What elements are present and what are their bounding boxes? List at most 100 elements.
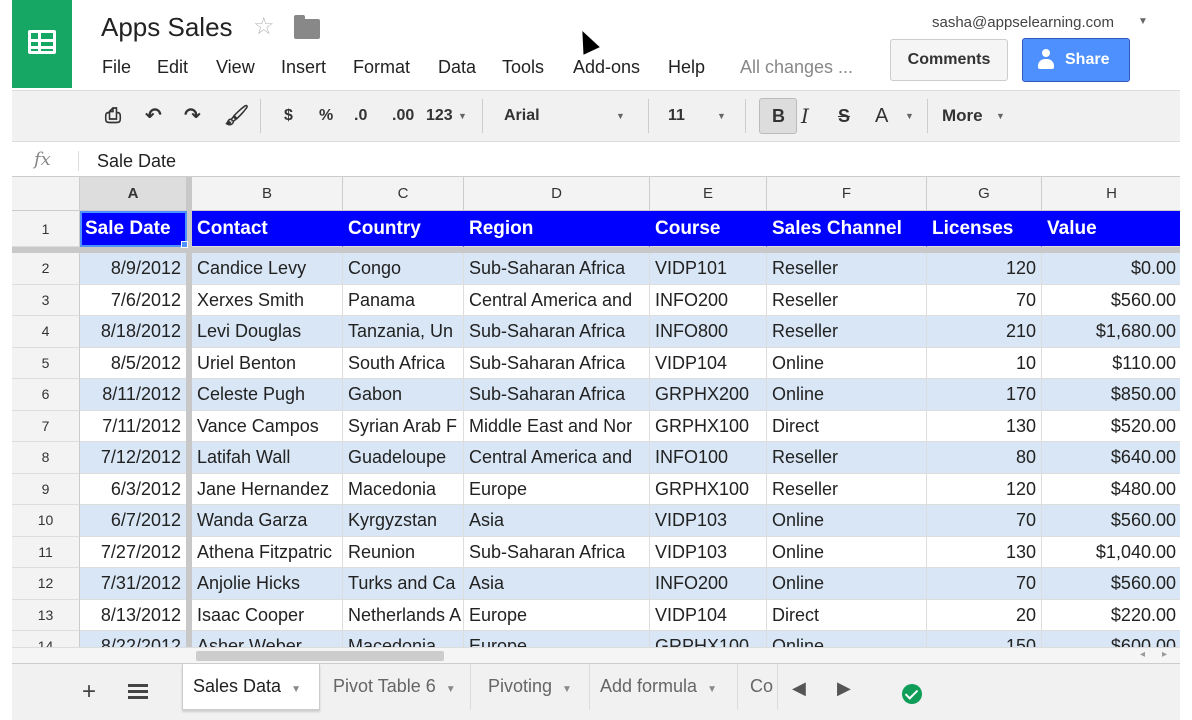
table-cell[interactable]: Macedonia: [343, 631, 464, 647]
table-cell[interactable]: 8/22/2012: [80, 631, 187, 647]
menu-file[interactable]: File: [102, 57, 131, 78]
table-cell[interactable]: INFO100: [650, 442, 767, 474]
row-header[interactable]: 8: [12, 442, 80, 474]
table-cell[interactable]: 120: [927, 473, 1042, 505]
menu-edit[interactable]: Edit: [157, 57, 188, 78]
row-header[interactable]: 2: [12, 253, 80, 285]
table-cell[interactable]: $600.00: [1042, 631, 1180, 647]
table-cell[interactable]: Sub-Saharan Africa: [464, 316, 650, 348]
tab-pivoting[interactable]: Pivoting ▼: [478, 664, 590, 710]
row-header[interactable]: 11: [12, 536, 80, 568]
font-family-select[interactable]: Arial: [504, 91, 540, 141]
tab-sales-data[interactable]: Sales Data ▼: [182, 664, 320, 710]
table-cell[interactable]: Europe: [464, 599, 650, 631]
table-cell[interactable]: Sub-Saharan Africa: [464, 253, 650, 285]
table-cell[interactable]: Latifah Wall: [192, 442, 343, 474]
table-cell[interactable]: Guadeloupe: [343, 442, 464, 474]
table-cell[interactable]: INFO200: [650, 284, 767, 316]
chevron-down-icon[interactable]: ▼: [562, 684, 572, 695]
column-header-c[interactable]: C: [343, 177, 464, 211]
table-cell[interactable]: Online: [767, 505, 927, 537]
table-cell[interactable]: Kyrgyzstan: [343, 505, 464, 537]
chevron-down-icon[interactable]: ▼: [1138, 16, 1148, 27]
table-cell[interactable]: 10: [927, 347, 1042, 379]
table-cell[interactable]: 20: [927, 599, 1042, 631]
table-cell[interactable]: Anjolie Hicks: [192, 568, 343, 600]
chevron-down-icon[interactable]: ▼: [717, 91, 726, 141]
table-cell[interactable]: Reseller: [767, 284, 927, 316]
table-cell[interactable]: 210: [927, 316, 1042, 348]
chevron-down-icon[interactable]: ▼: [616, 91, 625, 141]
comments-button[interactable]: Comments: [890, 39, 1008, 81]
table-cell[interactable]: $1,680.00: [1042, 316, 1180, 348]
menu-help[interactable]: Help: [668, 57, 705, 78]
table-cell[interactable]: Vance Campos: [192, 410, 343, 442]
header-cell[interactable]: Region: [464, 211, 650, 247]
table-cell[interactable]: Reunion: [343, 536, 464, 568]
scroll-tabs-left-icon[interactable]: ◀: [792, 678, 806, 699]
table-cell[interactable]: 8/9/2012: [80, 253, 187, 285]
table-cell[interactable]: Online: [767, 379, 927, 411]
redo-icon[interactable]: ↷: [184, 91, 201, 141]
chevron-down-icon[interactable]: ▼: [446, 684, 456, 695]
table-cell[interactable]: $0.00: [1042, 253, 1180, 285]
tab-truncated[interactable]: Co: [740, 664, 778, 710]
table-cell[interactable]: 170: [927, 379, 1042, 411]
table-cell[interactable]: Panama: [343, 284, 464, 316]
table-cell[interactable]: 7/6/2012: [80, 284, 187, 316]
print-icon[interactable]: ⎙: [105, 91, 121, 141]
chevron-down-icon[interactable]: ▼: [996, 91, 1005, 141]
column-header-h[interactable]: H: [1042, 177, 1180, 211]
table-cell[interactable]: 130: [927, 410, 1042, 442]
table-cell[interactable]: Sub-Saharan Africa: [464, 536, 650, 568]
all-sheets-icon[interactable]: [128, 684, 148, 699]
table-cell[interactable]: Europe: [464, 473, 650, 505]
table-cell[interactable]: Direct: [767, 599, 927, 631]
column-header-b[interactable]: B: [192, 177, 343, 211]
menu-data[interactable]: Data: [438, 57, 476, 78]
font-size-select[interactable]: 11: [668, 91, 685, 141]
table-cell[interactable]: Asia: [464, 505, 650, 537]
row-header[interactable]: 9: [12, 473, 80, 505]
sheets-logo-icon[interactable]: [12, 0, 72, 88]
row-header[interactable]: 1: [12, 211, 80, 247]
table-cell[interactable]: Syrian Arab F: [343, 410, 464, 442]
chevron-down-icon[interactable]: ▼: [707, 684, 717, 695]
table-cell[interactable]: Celeste Pugh: [192, 379, 343, 411]
table-cell[interactable]: Jane Hernandez: [192, 473, 343, 505]
table-cell[interactable]: Middle East and Nor: [464, 410, 650, 442]
header-cell[interactable]: Country: [343, 211, 464, 247]
table-cell[interactable]: GRPHX200: [650, 379, 767, 411]
table-cell[interactable]: Netherlands A: [343, 599, 464, 631]
undo-icon[interactable]: ↶: [145, 91, 162, 141]
table-cell[interactable]: Tanzania, Un: [343, 316, 464, 348]
increase-decimal-button[interactable]: .00: [392, 91, 414, 141]
table-cell[interactable]: 80: [927, 442, 1042, 474]
table-cell[interactable]: VIDP104: [650, 347, 767, 379]
header-cell[interactable]: Sale Date: [80, 211, 187, 247]
italic-button[interactable]: I: [801, 91, 809, 141]
table-cell[interactable]: Central America and: [464, 442, 650, 474]
table-cell[interactable]: GRPHX100: [650, 410, 767, 442]
number-format-button[interactable]: 123: [426, 91, 453, 141]
table-cell[interactable]: $850.00: [1042, 379, 1180, 411]
table-cell[interactable]: Reseller: [767, 442, 927, 474]
table-cell[interactable]: Isaac Cooper: [192, 599, 343, 631]
header-cell[interactable]: Sales Channel: [767, 211, 927, 247]
table-cell[interactable]: 8/11/2012: [80, 379, 187, 411]
table-cell[interactable]: $110.00: [1042, 348, 1180, 379]
table-cell[interactable]: 8/13/2012: [80, 599, 187, 631]
table-cell[interactable]: Xerxes Smith: [192, 284, 343, 316]
star-icon[interactable]: ☆: [253, 12, 275, 41]
header-cell[interactable]: Licenses: [927, 211, 1042, 247]
table-cell[interactable]: 120: [927, 253, 1042, 285]
menu-view[interactable]: View: [216, 57, 255, 78]
tab-add-formula[interactable]: Add formula ▼: [590, 664, 738, 710]
table-cell[interactable]: $560.00: [1042, 505, 1180, 537]
table-cell[interactable]: Online: [767, 347, 927, 379]
column-header-f[interactable]: F: [767, 177, 927, 211]
spreadsheet-grid[interactable]: A B C D E F G H 1 Sale Date Contact Country Region Co…: [12, 177, 1180, 647]
table-cell[interactable]: Uriel Benton: [192, 347, 343, 379]
row-header[interactable]: 3: [12, 284, 80, 316]
row-header[interactable]: 10: [12, 505, 80, 537]
